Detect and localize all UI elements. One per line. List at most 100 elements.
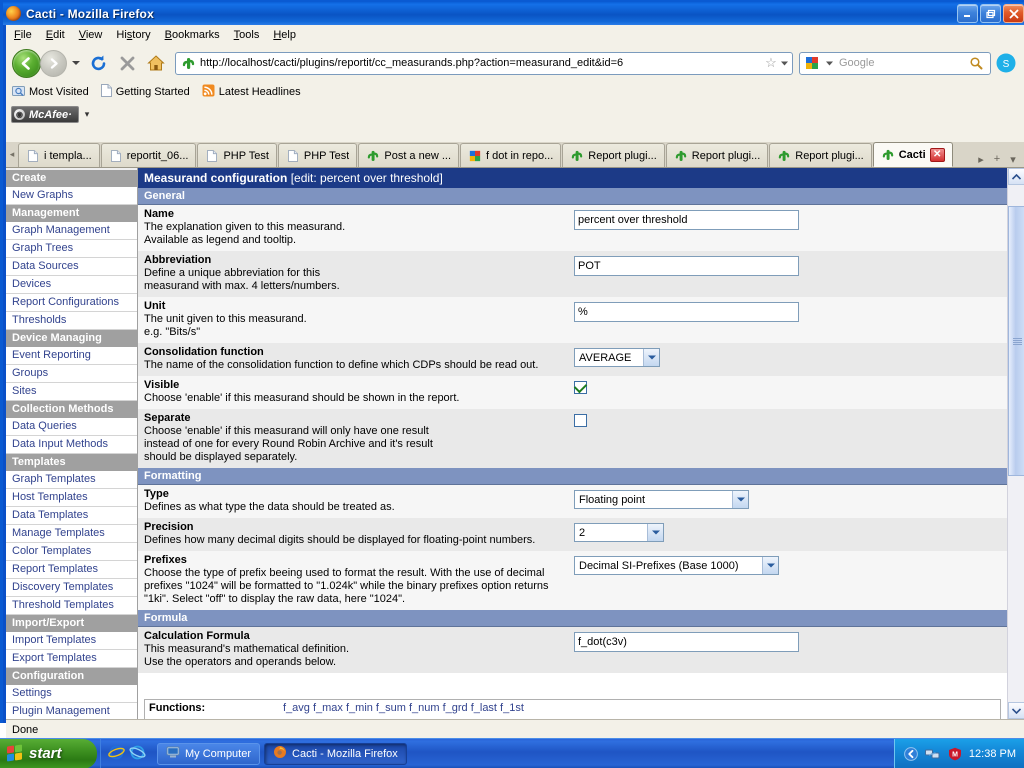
stop-icon[interactable] (114, 50, 140, 76)
scroll-up-button[interactable] (1008, 168, 1024, 185)
forward-button-icon[interactable] (40, 49, 67, 77)
sidebar-item-data-templates[interactable]: Data Templates (6, 507, 137, 525)
bookmark-getting-started[interactable]: Getting Started (100, 84, 190, 100)
sidebar-item-color-templates[interactable]: Color Templates (6, 543, 137, 561)
separate-checkbox[interactable] (574, 414, 587, 427)
chevron-down-icon[interactable] (647, 524, 663, 541)
browser-tab[interactable]: Cacti ✕ (872, 142, 953, 167)
google-icon[interactable] (804, 55, 820, 71)
magnifier-icon[interactable] (968, 55, 984, 71)
clock[interactable]: 12:38 PM (969, 748, 1016, 760)
type-select[interactable]: Floating point (574, 490, 749, 509)
prefixes-select[interactable]: Decimal SI-Prefixes (Base 1000) (574, 556, 779, 575)
sidebar-item-export-templates[interactable]: Export Templates (6, 650, 137, 668)
browser-tab[interactable]: i templa... (18, 143, 100, 167)
sidebar-item-sites[interactable]: Sites (6, 383, 137, 401)
sidebar-item-report-templates[interactable]: Report Templates (6, 561, 137, 579)
consolidation-function-select[interactable]: AVERAGE (574, 348, 660, 367)
page-title-subtext: [edit: percent over threshold] (290, 171, 443, 185)
sidebar-item-import-templates[interactable]: Import Templates (6, 632, 137, 650)
bookmark-star-icon[interactable]: ☆ (763, 55, 779, 71)
tab-list-icon[interactable]: ▾ (1006, 151, 1020, 167)
browser-tab[interactable]: f dot in repo... (460, 143, 562, 167)
internet-explorer-icon[interactable] (108, 744, 125, 764)
bookmark-latest-headlines[interactable]: Latest Headlines (202, 84, 301, 100)
sidebar-item-data-input-methods[interactable]: Data Input Methods (6, 436, 137, 454)
mcafee-icon[interactable]: M (947, 746, 963, 762)
menu-file[interactable]: File (14, 29, 32, 41)
name-input[interactable] (574, 210, 799, 230)
url-bar[interactable]: http://localhost/cacti/plugins/reportit/… (175, 51, 793, 75)
chevron-down-icon[interactable] (643, 349, 659, 366)
browser-tab[interactable]: PHP Test (197, 143, 277, 167)
browser-tab[interactable]: reportit_06... (100, 143, 197, 167)
sidebar-item-devices[interactable]: Devices (6, 276, 137, 294)
tray-expand-icon[interactable] (903, 746, 919, 762)
taskbar-item-my-computer[interactable]: My Computer (157, 742, 261, 765)
menu-tools[interactable]: Tools (234, 29, 260, 41)
reference-value[interactable]: f_avg f_max f_min f_sum f_num f_grd f_la… (283, 702, 996, 715)
sidebar-item-graph-management[interactable]: Graph Management (6, 222, 137, 240)
unit-input[interactable] (574, 302, 799, 322)
browser-tab[interactable]: Report plugi... (769, 143, 872, 167)
visible-checkbox[interactable] (574, 381, 587, 394)
mcafee-button[interactable]: ◉ McAfee· (11, 106, 79, 123)
url-dropdown-icon[interactable] (779, 57, 790, 69)
sidebar-item-data-sources[interactable]: Data Sources (6, 258, 137, 276)
tab-scroll-right-icon[interactable]: ▸ (974, 151, 988, 167)
browser-tab[interactable]: Post a new ... (358, 143, 460, 167)
menu-history[interactable]: History (116, 29, 150, 41)
sidebar-item-event-reporting[interactable]: Event Reporting (6, 347, 137, 365)
search-bar[interactable]: Google (799, 51, 991, 75)
sidebar-item-groups[interactable]: Groups (6, 365, 137, 383)
reload-icon[interactable] (85, 50, 111, 76)
chevron-down-icon[interactable] (762, 557, 778, 574)
maximize-button[interactable] (980, 4, 1001, 23)
page-scrollbar[interactable] (1007, 168, 1024, 719)
menu-view[interactable]: View (79, 29, 103, 41)
browser-tab[interactable]: Report plugi... (665, 143, 769, 167)
sidebar-item-plugin-management[interactable]: Plugin Management (6, 703, 137, 719)
close-button[interactable] (1003, 4, 1024, 23)
browser-tab[interactable]: PHP Test (277, 143, 358, 167)
taskbar-item-firefox[interactable]: Cacti - Mozilla Firefox (264, 742, 407, 765)
sidebar-item-discovery-templates[interactable]: Discovery Templates (6, 579, 137, 597)
mcafee-dropdown-icon[interactable]: ▾ (85, 109, 90, 120)
start-button[interactable]: start (0, 738, 97, 768)
minimize-button[interactable] (957, 4, 978, 23)
sidebar-item-graph-templates[interactable]: Graph Templates (6, 471, 137, 489)
field-label: Visible (144, 379, 180, 391)
tab-scroll-left-icon[interactable]: ◂ (6, 142, 18, 167)
skype-icon[interactable]: S (994, 51, 1018, 75)
menu-help[interactable]: Help (273, 29, 296, 41)
bookmark-most-visited[interactable]: Most Visited (12, 84, 89, 100)
sidebar-item-settings[interactable]: Settings (6, 685, 137, 703)
sidebar-item-host-templates[interactable]: Host Templates (6, 489, 137, 507)
search-input[interactable]: Google (835, 57, 966, 69)
scrollbar-thumb[interactable] (1008, 206, 1024, 476)
scroll-down-button[interactable] (1008, 702, 1024, 719)
nav-history-dropdown-icon[interactable] (70, 60, 82, 66)
sidebar-item-manage-templates[interactable]: Manage Templates (6, 525, 137, 543)
url-text[interactable]: http://localhost/cacti/plugins/reportit/… (200, 57, 763, 69)
sidebar-item-thresholds[interactable]: Thresholds (6, 312, 137, 330)
tab-close-icon[interactable]: ✕ (929, 147, 945, 162)
abbreviation-input[interactable] (574, 256, 799, 276)
browser-tab[interactable]: Report plugi... (562, 143, 665, 167)
new-tab-icon[interactable]: + (990, 151, 1004, 167)
sidebar-item-graph-trees[interactable]: Graph Trees (6, 240, 137, 258)
back-button-icon[interactable] (12, 48, 41, 78)
menu-edit[interactable]: Edit (46, 29, 65, 41)
sidebar-item-data-queries[interactable]: Data Queries (6, 418, 137, 436)
precision-select[interactable]: 2 (574, 523, 664, 542)
chevron-down-icon[interactable] (732, 491, 748, 508)
network-icon[interactable] (925, 746, 941, 762)
home-icon[interactable] (143, 50, 169, 76)
show-desktop-icon[interactable] (129, 744, 146, 764)
menu-bookmarks[interactable]: Bookmarks (165, 29, 220, 41)
search-engine-dropdown-icon[interactable] (824, 57, 835, 69)
sidebar-item-threshold-templates[interactable]: Threshold Templates (6, 597, 137, 615)
sidebar-item-new-graphs[interactable]: New Graphs (6, 187, 137, 205)
sidebar-item-report-configurations[interactable]: Report Configurations (6, 294, 137, 312)
calculation-formula-input[interactable] (574, 632, 799, 652)
